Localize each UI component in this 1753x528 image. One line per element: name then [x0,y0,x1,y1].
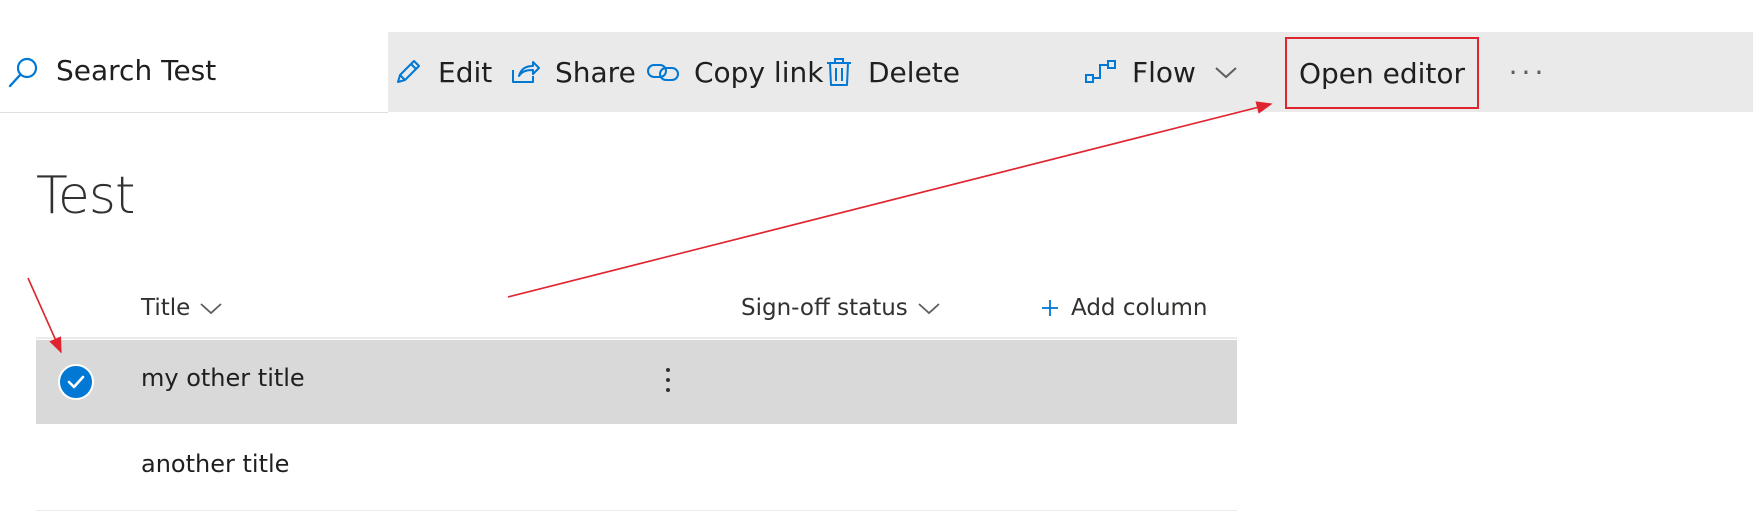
plus-icon [1042,300,1058,316]
share-label: Share [555,55,636,89]
flow-button[interactable]: Flow [1084,32,1240,112]
search-icon [8,57,38,88]
top-strip [0,0,1753,32]
open-editor-button[interactable]: Open editor [1285,37,1479,109]
column-header-title[interactable]: Title [141,290,224,326]
table-row[interactable]: another title [36,426,1237,511]
share-button[interactable]: Share [509,32,636,112]
delete-button[interactable]: Delete [824,32,960,112]
page-title: Test [36,166,135,226]
copy-link-label: Copy link [694,55,824,89]
edit-button[interactable]: Edit [392,32,492,112]
row-checkbox[interactable] [58,364,94,400]
annotation-arrow-to-open-editor [507,101,1273,298]
flow-label: Flow [1132,55,1196,89]
column-signoff-label: Sign-off status [741,295,908,321]
pencil-icon [397,60,420,83]
flow-icon [1085,60,1116,83]
delete-label: Delete [868,55,960,89]
chevron-down-icon [918,303,940,315]
search-box[interactable]: Search Test [0,32,388,113]
row-more-actions-icon[interactable] [656,360,680,400]
link-icon [647,64,679,81]
table-row[interactable]: my other title [36,340,1237,424]
share-icon [512,61,540,83]
edit-label: Edit [438,55,493,89]
copy-link-button[interactable]: Copy link [646,32,823,112]
row-title[interactable]: another title [141,450,289,478]
column-title-label: Title [141,295,191,321]
header-divider [36,337,1237,339]
add-column-button[interactable]: Add column [1039,290,1208,326]
search-label: Search Test [56,54,217,87]
checkmark-icon [67,375,85,389]
row-title[interactable]: my other title [141,364,305,392]
trash-icon [827,58,851,86]
command-bar: Edit Share Copy link Delete Flow Open ed… [388,32,1753,112]
chevron-down-icon [200,303,222,315]
chevron-down-icon [1215,67,1237,79]
add-column-label: Add column [1071,295,1208,321]
column-header-signoff-status[interactable]: Sign-off status [741,290,942,326]
more-options-button[interactable]: ··· [1498,32,1558,112]
open-editor-label: Open editor [1298,56,1466,90]
